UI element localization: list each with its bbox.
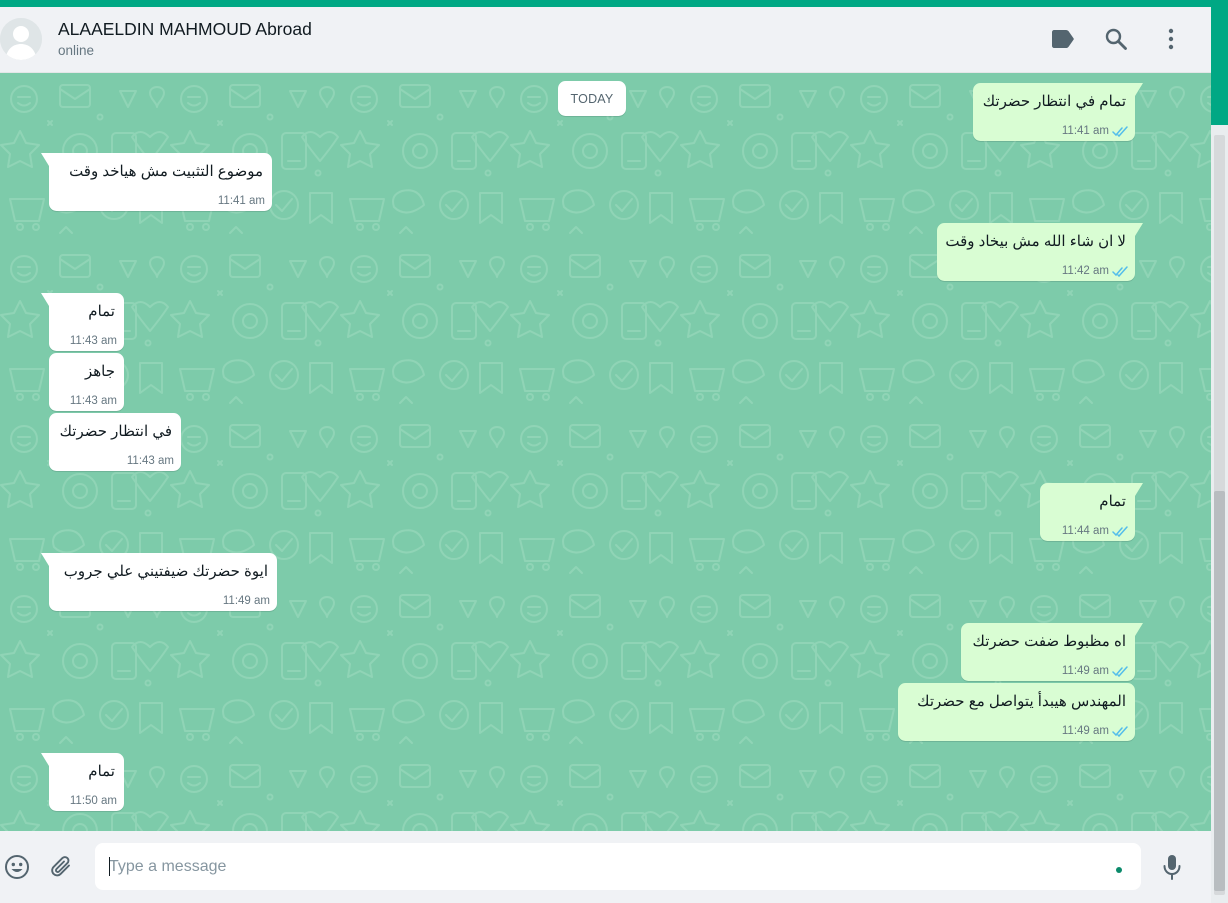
read-receipt-icon — [1112, 725, 1128, 737]
message-bubble-incoming[interactable]: ايوة حضرتك ضيفتيني علي جروب 11:49 am — [41, 553, 277, 611]
message-meta: 11:41 am — [218, 195, 265, 207]
message-meta: 11:49 am — [1062, 725, 1128, 737]
message-text: ايوة حضرتك ضيفتيني علي جروب — [63, 563, 268, 580]
read-receipt-icon — [1112, 665, 1128, 677]
bubble-tail — [41, 153, 49, 166]
message-time: 11:50 am — [69, 795, 117, 807]
read-receipt-icon — [1112, 265, 1128, 277]
message-meta: 11:43 am — [70, 395, 117, 407]
message-bubble-incoming[interactable]: تمام 11:50 am — [41, 753, 124, 811]
contact-status: online — [58, 43, 95, 58]
bubble-tail — [1135, 83, 1143, 96]
avatar[interactable] — [0, 18, 42, 60]
bubble-tail — [1135, 483, 1143, 496]
message-text: تمام — [88, 303, 115, 320]
message-bubble-outgoing[interactable]: المهندس هيبدأ يتواصل مع حضرتك 11:49 am — [898, 683, 1135, 741]
message-bubble-outgoing[interactable]: لا ان شاء الله مش بيخاد وقت 11:42 am — [937, 223, 1143, 281]
message-time: 11:43 am — [69, 395, 117, 407]
read-receipt-icon — [1112, 525, 1128, 537]
message-meta: 11:43 am — [70, 335, 117, 347]
bubble-tail — [41, 753, 49, 766]
scrollbar-thumb[interactable] — [1214, 491, 1225, 891]
read-receipt-icon — [1112, 125, 1128, 137]
message-text: موضوع التثبيت مش هياخد وقت — [69, 163, 263, 180]
message-time: 11:43 am — [126, 455, 174, 467]
message-bubble-incoming[interactable]: تمام 11:43 am — [41, 293, 124, 351]
contact-name[interactable]: ALAAELDIN MAHMOUD Abroad — [58, 19, 312, 40]
search-icon[interactable] — [1103, 26, 1129, 52]
message-text: جاهز — [84, 363, 115, 380]
scrollbar-accent — [1211, 7, 1228, 125]
message-input[interactable] — [109, 843, 1099, 890]
text-caret — [109, 857, 110, 876]
message-time: 11:49 am — [222, 595, 270, 607]
message-meta: 11:43 am — [127, 455, 174, 467]
message-time: 11:41 am — [217, 195, 265, 207]
emoji-icon[interactable] — [3, 853, 31, 881]
message-list[interactable]: TODAY تمام في انتظار حضرتك 11:41 am موضو… — [0, 73, 1211, 831]
message-text: في انتظار حضرتك — [59, 423, 172, 440]
message-time: 11:42 am — [1061, 265, 1109, 277]
message-text: تمام — [1099, 493, 1126, 510]
message-text: اه مظبوط ضفت حضرتك — [972, 633, 1126, 650]
message-meta: 11:50 am — [70, 795, 117, 807]
chat-header: ALAAELDIN MAHMOUD Abroad online — [0, 7, 1211, 73]
date-divider: TODAY — [558, 81, 626, 116]
message-time: 11:49 am — [1061, 725, 1109, 737]
message-meta: 11:44 am — [1062, 525, 1128, 537]
bubble-tail — [1135, 223, 1143, 236]
message-bubble-outgoing[interactable]: تمام 11:44 am — [1040, 483, 1143, 541]
menu-icon[interactable] — [1158, 26, 1184, 52]
message-input-box[interactable] — [95, 843, 1141, 890]
attach-icon[interactable] — [48, 853, 76, 881]
message-meta: 11:49 am — [223, 595, 270, 607]
app-top-accent-bar — [0, 0, 1228, 7]
message-composer — [0, 831, 1211, 903]
message-time: 11:41 am — [1061, 125, 1109, 137]
message-time: 11:44 am — [1061, 525, 1109, 537]
message-time: 11:49 am — [1061, 665, 1109, 677]
label-icon[interactable] — [1049, 26, 1075, 52]
message-time: 11:43 am — [69, 335, 117, 347]
default-avatar-icon — [0, 18, 42, 60]
message-text: المهندس هيبدأ يتواصل مع حضرتك — [917, 693, 1126, 710]
message-meta: 11:42 am — [1062, 265, 1128, 277]
microphone-icon[interactable] — [1158, 853, 1186, 881]
bubble-tail — [41, 293, 49, 306]
message-text: تمام — [88, 763, 115, 780]
bubble-tail — [1135, 623, 1143, 636]
page-scrollbar[interactable] — [1211, 7, 1228, 903]
message-meta: 11:41 am — [1062, 125, 1128, 137]
message-text: لا ان شاء الله مش بيخاد وقت — [945, 233, 1126, 250]
message-bubble-incoming[interactable]: في انتظار حضرتك 11:43 am — [49, 413, 181, 471]
grammar-extension-indicator[interactable] — [1116, 867, 1122, 873]
message-meta: 11:49 am — [1062, 665, 1128, 677]
message-bubble-outgoing[interactable]: اه مظبوط ضفت حضرتك 11:49 am — [961, 623, 1143, 681]
message-text: تمام في انتظار حضرتك — [982, 93, 1126, 110]
bubble-tail — [41, 553, 49, 566]
message-bubble-incoming[interactable]: جاهز 11:43 am — [49, 353, 124, 411]
message-bubble-outgoing[interactable]: تمام في انتظار حضرتك 11:41 am — [973, 83, 1143, 141]
message-bubble-incoming[interactable]: موضوع التثبيت مش هياخد وقت 11:41 am — [41, 153, 272, 211]
